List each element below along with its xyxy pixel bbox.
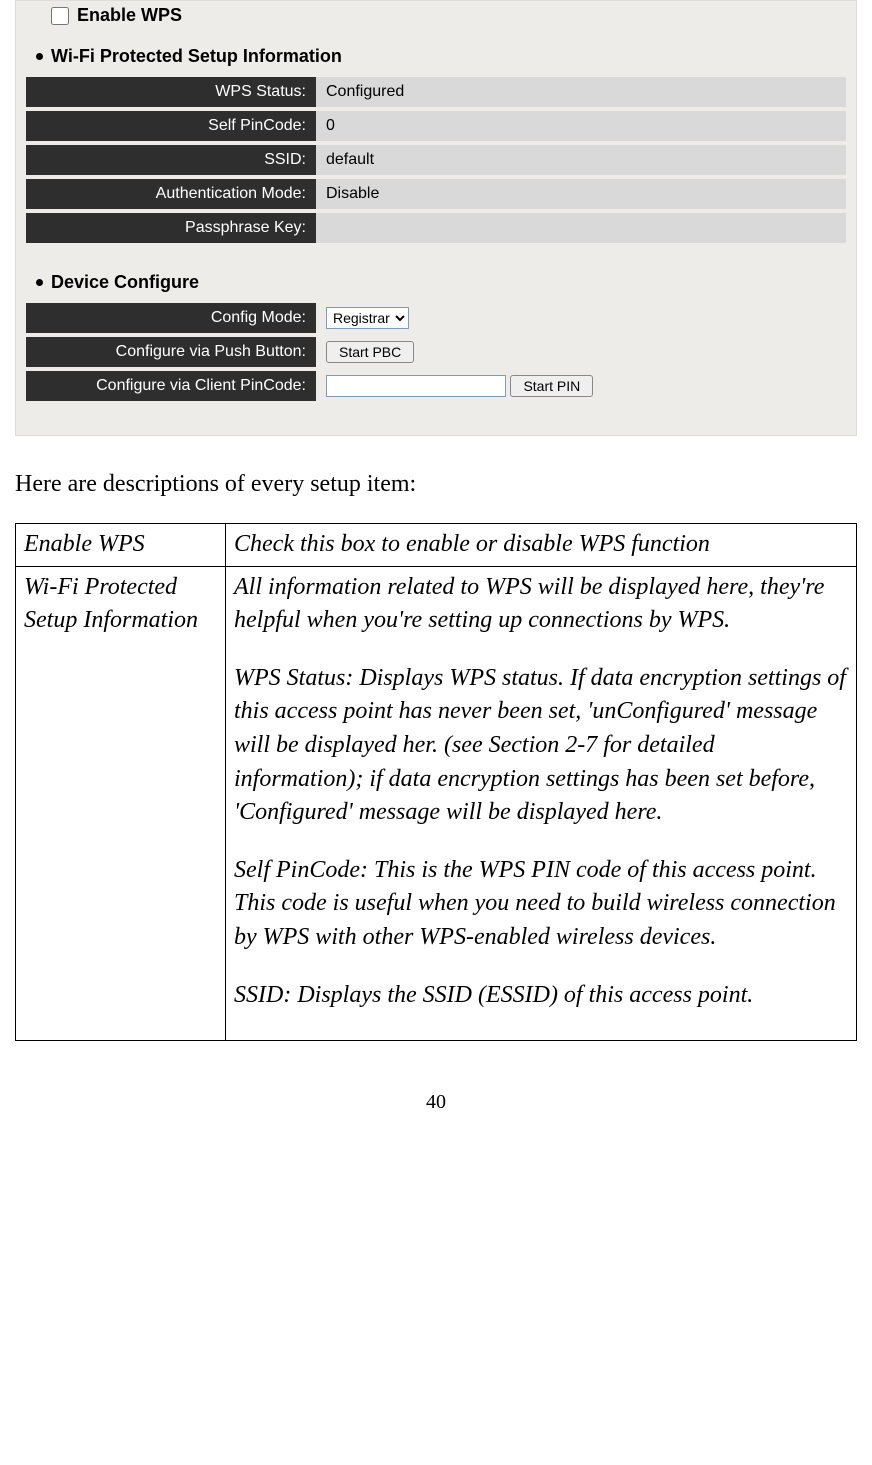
enable-wps-checkbox[interactable] (51, 7, 69, 25)
desc-enable-wps-text: Check this box to enable or disable WPS … (226, 524, 857, 567)
config-mode-label: Config Mode: (26, 303, 316, 333)
table-row: Authentication Mode: Disable (26, 179, 846, 209)
ssid-value: default (316, 145, 846, 175)
device-config-title: Device Configure (51, 272, 199, 293)
table-row: Self PinCode: 0 (26, 111, 846, 141)
client-pincode-label: Configure via Client PinCode: (26, 371, 316, 401)
table-row: Wi-Fi Protected Setup Information All in… (16, 566, 857, 1041)
desc-p2: WPS Status: Displays WPS status. If data… (234, 662, 848, 830)
description-table: Enable WPS Check this box to enable or d… (15, 523, 857, 1041)
table-row: SSID: default (26, 145, 846, 175)
self-pincode-value: 0 (316, 111, 846, 141)
push-button-label: Configure via Push Button: (26, 337, 316, 367)
table-row: Config Mode: Registrar (26, 303, 846, 333)
wps-info-title: Wi-Fi Protected Setup Information (51, 46, 342, 67)
table-row: Configure via Push Button: Start PBC (26, 337, 846, 367)
table-row: Enable WPS Check this box to enable or d… (16, 524, 857, 567)
config-mode-cell: Registrar (316, 303, 846, 333)
start-pin-button[interactable]: Start PIN (510, 375, 593, 397)
enable-wps-row: Enable WPS (51, 5, 846, 26)
enable-wps-label: Enable WPS (77, 5, 182, 26)
wps-status-value: Configured (316, 77, 846, 107)
self-pincode-label: Self PinCode: (26, 111, 316, 141)
config-mode-select[interactable]: Registrar (326, 307, 409, 329)
desc-enable-wps-label: Enable WPS (16, 524, 226, 567)
passphrase-value (316, 213, 846, 243)
desc-p3: Self PinCode: This is the WPS PIN code o… (234, 854, 848, 955)
device-config-table: Config Mode: Registrar Configure via Pus… (26, 299, 846, 405)
client-pincode-cell: Start PIN (316, 371, 846, 401)
wps-info-header: Wi-Fi Protected Setup Information (36, 46, 846, 67)
desc-p4: SSID: Displays the SSID (ESSID) of this … (234, 979, 848, 1013)
table-row: Passphrase Key: (26, 213, 846, 243)
table-row: Configure via Client PinCode: Start PIN (26, 371, 846, 401)
wps-status-label: WPS Status: (26, 77, 316, 107)
intro-paragraph: Here are descriptions of every setup ite… (15, 471, 857, 498)
auth-mode-value: Disable (316, 179, 846, 209)
page-number: 40 (15, 1091, 857, 1114)
start-pbc-button[interactable]: Start PBC (326, 341, 414, 363)
auth-mode-label: Authentication Mode: (26, 179, 316, 209)
client-pincode-input[interactable] (326, 375, 506, 397)
push-button-cell: Start PBC (316, 337, 846, 367)
bullet-icon (36, 53, 43, 60)
ssid-label: SSID: (26, 145, 316, 175)
table-row: WPS Status: Configured (26, 77, 846, 107)
bullet-icon (36, 279, 43, 286)
wps-info-table: WPS Status: Configured Self PinCode: 0 S… (26, 73, 846, 247)
device-config-header: Device Configure (36, 272, 846, 293)
router-config-panel: Enable WPS Wi-Fi Protected Setup Informa… (15, 0, 857, 436)
desc-wps-info-label: Wi-Fi Protected Setup Information (16, 566, 226, 1041)
desc-p1: All information related to WPS will be d… (234, 571, 848, 638)
desc-wps-info-text: All information related to WPS will be d… (226, 566, 857, 1041)
passphrase-label: Passphrase Key: (26, 213, 316, 243)
